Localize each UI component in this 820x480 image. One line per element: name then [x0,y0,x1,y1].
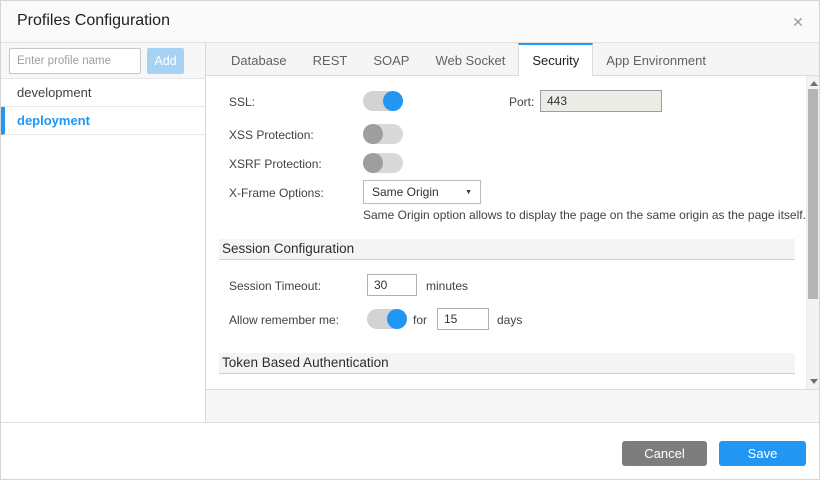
ssl-label: SSL: [229,95,255,109]
toggle-knob [363,124,383,144]
toggle-knob [383,91,403,111]
session-timeout-unit-label: minutes [426,279,468,293]
xframe-options-label: X-Frame Options: [229,186,324,200]
xframe-options-dropdown[interactable]: Same Origin ▼ [363,180,481,204]
xss-protection-label: XSS Protection: [229,128,314,142]
remember-me-days-unit-label: days [497,313,522,327]
profiles-configuration-dialog: Profiles Configuration ✕ Add development… [0,0,820,480]
toggle-knob [363,153,383,173]
tab-database[interactable]: Database [218,43,300,76]
session-configuration-heading: Session Configuration [219,239,795,260]
profile-item-development[interactable]: development [1,79,205,107]
session-timeout-input[interactable] [367,274,417,296]
remember-me-toggle[interactable] [367,309,407,329]
add-profile-button[interactable]: Add [147,48,184,74]
xsrf-protection-label: XSRF Protection: [229,157,322,171]
profile-sidebar: Add development deployment [1,43,206,422]
security-tab-content: SSL: Port: XSS Protection: XSRF Protecti… [206,76,819,389]
scroll-down-icon[interactable] [810,379,818,384]
xframe-selected-option: Same Origin [372,185,439,199]
tab-bar: Database REST SOAP Web Socket Security A… [206,43,819,76]
port-input[interactable] [540,90,662,112]
tab-web-socket[interactable]: Web Socket [422,43,518,76]
dialog-header: Profiles Configuration ✕ [1,1,819,43]
cancel-button[interactable]: Cancel [622,441,707,466]
tab-soap[interactable]: SOAP [360,43,422,76]
content-bottom-strip [206,389,819,422]
tab-security[interactable]: Security [518,43,593,76]
profile-item-deployment[interactable]: deployment [1,107,205,135]
dialog-footer: Cancel Save [1,422,819,479]
save-button[interactable]: Save [719,441,806,466]
toggle-knob [387,309,407,329]
xss-protection-toggle[interactable] [363,124,403,144]
ssl-toggle[interactable] [363,91,403,111]
remember-me-days-input[interactable] [437,308,489,330]
profile-add-row: Add [1,43,205,79]
token-authentication-heading: Token Based Authentication [219,353,795,374]
scrollbar-thumb[interactable] [808,89,818,299]
session-timeout-label: Session Timeout: [229,279,321,293]
tab-rest[interactable]: REST [300,43,361,76]
main-panel: Database REST SOAP Web Socket Security A… [206,43,819,422]
profile-list: development deployment [1,79,205,135]
remember-me-for-label: for [413,313,427,327]
allow-remember-me-label: Allow remember me: [229,313,339,327]
xsrf-protection-toggle[interactable] [363,153,403,173]
chevron-down-icon: ▼ [465,189,472,196]
close-icon[interactable]: ✕ [787,11,809,33]
profile-name-input[interactable] [9,48,141,74]
xframe-help-text: Same Origin option allows to display the… [363,208,806,222]
dialog-title: Profiles Configuration [17,12,170,30]
port-label: Port: [509,95,534,109]
scroll-up-icon[interactable] [810,81,818,86]
vertical-scrollbar[interactable] [806,76,819,389]
tab-app-environment[interactable]: App Environment [593,43,719,76]
